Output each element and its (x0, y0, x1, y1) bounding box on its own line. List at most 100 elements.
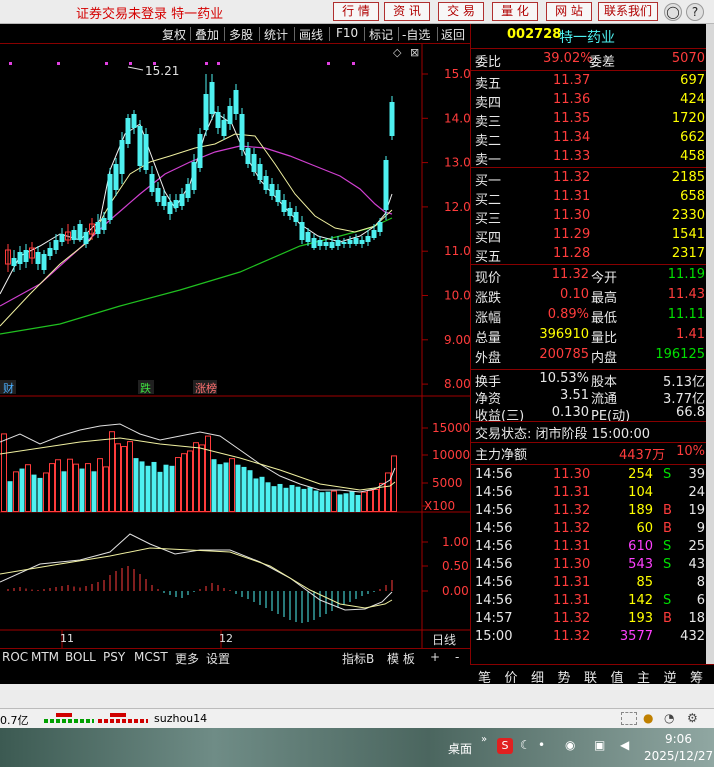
clock-date[interactable]: 2025/12/27 (644, 749, 713, 763)
volume-icon[interactable]: ◀ (620, 738, 629, 752)
stat-label: 外盘 (475, 351, 502, 366)
stat-row[interactable]: 总量 396910 量比 1.41 (471, 327, 707, 346)
app-tray-icon[interactable]: ◉ (565, 738, 575, 752)
separator (190, 27, 191, 41)
price-tick-label: 11.00 (444, 244, 470, 258)
volume-bar-down (217, 464, 223, 512)
contact-button[interactable]: 联系我们 (598, 2, 658, 21)
bid-row[interactable]: 买五 11.28 2317 (471, 246, 707, 265)
tab-more[interactable]: 更多 (175, 650, 199, 667)
tick-row[interactable]: 14:56 11.30 543 S 43 (471, 557, 707, 575)
ask-row[interactable]: 卖一 11.33 458 (471, 149, 707, 168)
tick-row[interactable]: 14:57 11.32 193 B 18 (471, 611, 707, 629)
stat-row[interactable]: 涨跌 0.10 最高 11.43 (471, 287, 707, 306)
network-icon[interactable]: ▣ (594, 738, 605, 752)
event-flag-financial[interactable]: 财 (3, 381, 14, 395)
draw-line-button[interactable]: 画线 (299, 26, 323, 43)
bid-row[interactable]: 买四 11.29 1541 (471, 227, 707, 246)
website-button[interactable]: 网 站 (546, 2, 592, 21)
fundamental-row[interactable]: 换手 10.53% 股本 5.13亿 (471, 371, 707, 390)
period-label[interactable]: 日线 (432, 633, 456, 647)
ask-label: 卖二 (475, 134, 502, 149)
ask-row[interactable]: 卖三 11.35 1720 (471, 111, 707, 130)
tick-row[interactable]: 14:56 11.32 60 B 9 (471, 521, 707, 539)
multi-stock-button[interactable]: 多股 (229, 26, 253, 43)
desktop-label[interactable]: 桌面 (448, 740, 472, 757)
zoom-icon[interactable]: ⊠ (410, 46, 419, 59)
candle-body-down (353, 238, 359, 244)
zoom-out-button[interactable]: - (455, 650, 459, 664)
tab-mtm[interactable]: MTM (31, 650, 59, 664)
bid-volume: 2330 (671, 208, 705, 223)
quant-button[interactable]: 量 化 (492, 2, 538, 21)
quotes-button[interactable]: 行 情 (333, 2, 379, 21)
ask-row[interactable]: 卖四 11.36 424 (471, 92, 707, 111)
diamond-icon[interactable]: ◇ (393, 46, 402, 59)
bid-row[interactable]: 买三 11.30 2330 (471, 208, 707, 227)
moon-icon[interactable]: ☾ (520, 738, 531, 752)
bid-volume: 1541 (671, 227, 705, 242)
volume-bar-up (193, 442, 199, 513)
back-button[interactable]: 返回 (441, 26, 465, 43)
tick-row[interactable]: 14:56 11.30 254 S 39 (471, 467, 707, 485)
tick-price: 11.31 (553, 485, 591, 500)
tick-row[interactable]: 14:56 11.31 85 8 (471, 575, 707, 593)
event-flag-drop[interactable]: 跌 (140, 381, 151, 395)
add-favorite-button[interactable]: -自选 (402, 26, 430, 43)
ime-icon[interactable]: S (497, 738, 513, 754)
event-flag-rank[interactable]: 涨榜 (195, 381, 217, 395)
zoom-in-button[interactable]: + (430, 650, 440, 664)
bid-row[interactable]: 买一 11.32 2185 (471, 170, 707, 189)
stock-name: 特一药业 (559, 30, 615, 46)
tab-mcst[interactable]: MCST (134, 650, 168, 664)
news-button[interactable]: 资 讯 (384, 2, 430, 21)
volume-bar-down (325, 491, 331, 512)
main-flow-label: 主力净额 (475, 448, 528, 463)
expand-icon[interactable]: » (481, 734, 487, 745)
overlay-button[interactable]: 叠加 (195, 26, 219, 43)
tab-psy[interactable]: PSY (103, 650, 125, 664)
tab-settings[interactable]: 设置 (206, 650, 230, 667)
circle-icon[interactable]: ◯ (664, 3, 682, 21)
tick-row[interactable]: 14:56 11.31 610 S 25 (471, 539, 707, 557)
scrollbar[interactable] (706, 24, 714, 664)
ask-price: 11.34 (553, 130, 591, 145)
tick-row[interactable]: 14:56 11.31 142 S 6 (471, 593, 707, 611)
fundamental-value: 3.51 (560, 388, 589, 403)
tab-boll[interactable]: BOLL (65, 650, 96, 664)
fuquan-button[interactable]: 复权 (162, 26, 186, 43)
stat-value: 1.41 (676, 327, 705, 342)
f10-button[interactable]: F10 (336, 26, 358, 40)
kline-chart[interactable]: 15.00 14.00 13.00 12.00 11.00 10.00 9.00 8.00 1… (0, 44, 478, 664)
stat-row[interactable]: 外盘 200785 内盘 196125 (471, 347, 707, 366)
tab-indicator-b[interactable]: 指标B (342, 650, 374, 667)
mark-button[interactable]: 标记 (369, 26, 393, 43)
bid-price: 11.29 (553, 227, 591, 242)
tick-row[interactable]: 15:00 11.32 3577 432 (471, 629, 707, 647)
ask-row[interactable]: 卖五 11.37 697 (471, 73, 707, 92)
stat-row[interactable]: 现价 11.32 今开 11.19 (471, 267, 707, 286)
candle-body-down (251, 154, 257, 172)
bulb-icon[interactable]: ● (643, 711, 653, 725)
help-icon[interactable]: ? (686, 3, 704, 21)
bid-row[interactable]: 买二 11.31 658 (471, 189, 707, 208)
tab-roc[interactable]: ROC (2, 650, 28, 664)
ask-row[interactable]: 卖二 11.34 662 (471, 130, 707, 149)
tick-row[interactable]: 14:56 11.32 189 B 19 (471, 503, 707, 521)
clock-icon[interactable]: ◔ (664, 711, 674, 725)
candle-body-down (263, 176, 269, 190)
volume-bar-down (301, 488, 307, 512)
trade-button[interactable]: 交 易 (438, 2, 484, 21)
stat-row[interactable]: 涨幅 0.89% 最低 11.11 (471, 307, 707, 326)
tick-row[interactable]: 14:56 11.31 104 24 (471, 485, 707, 503)
tick-price: 11.31 (553, 593, 591, 608)
volume-bar-down (139, 461, 145, 512)
resize-icon[interactable] (621, 712, 637, 725)
stats-button[interactable]: 统计 (264, 26, 288, 43)
clock-time[interactable]: 9:06 (665, 732, 692, 746)
tab-template[interactable]: 模 板 (387, 650, 415, 667)
volume-bar-up (127, 441, 133, 513)
dot-icon[interactable]: • (538, 738, 545, 752)
gear-icon[interactable]: ⚙ (687, 711, 698, 725)
fundamental-row[interactable]: 净资 3.51 流通 3.77亿 (471, 388, 707, 407)
